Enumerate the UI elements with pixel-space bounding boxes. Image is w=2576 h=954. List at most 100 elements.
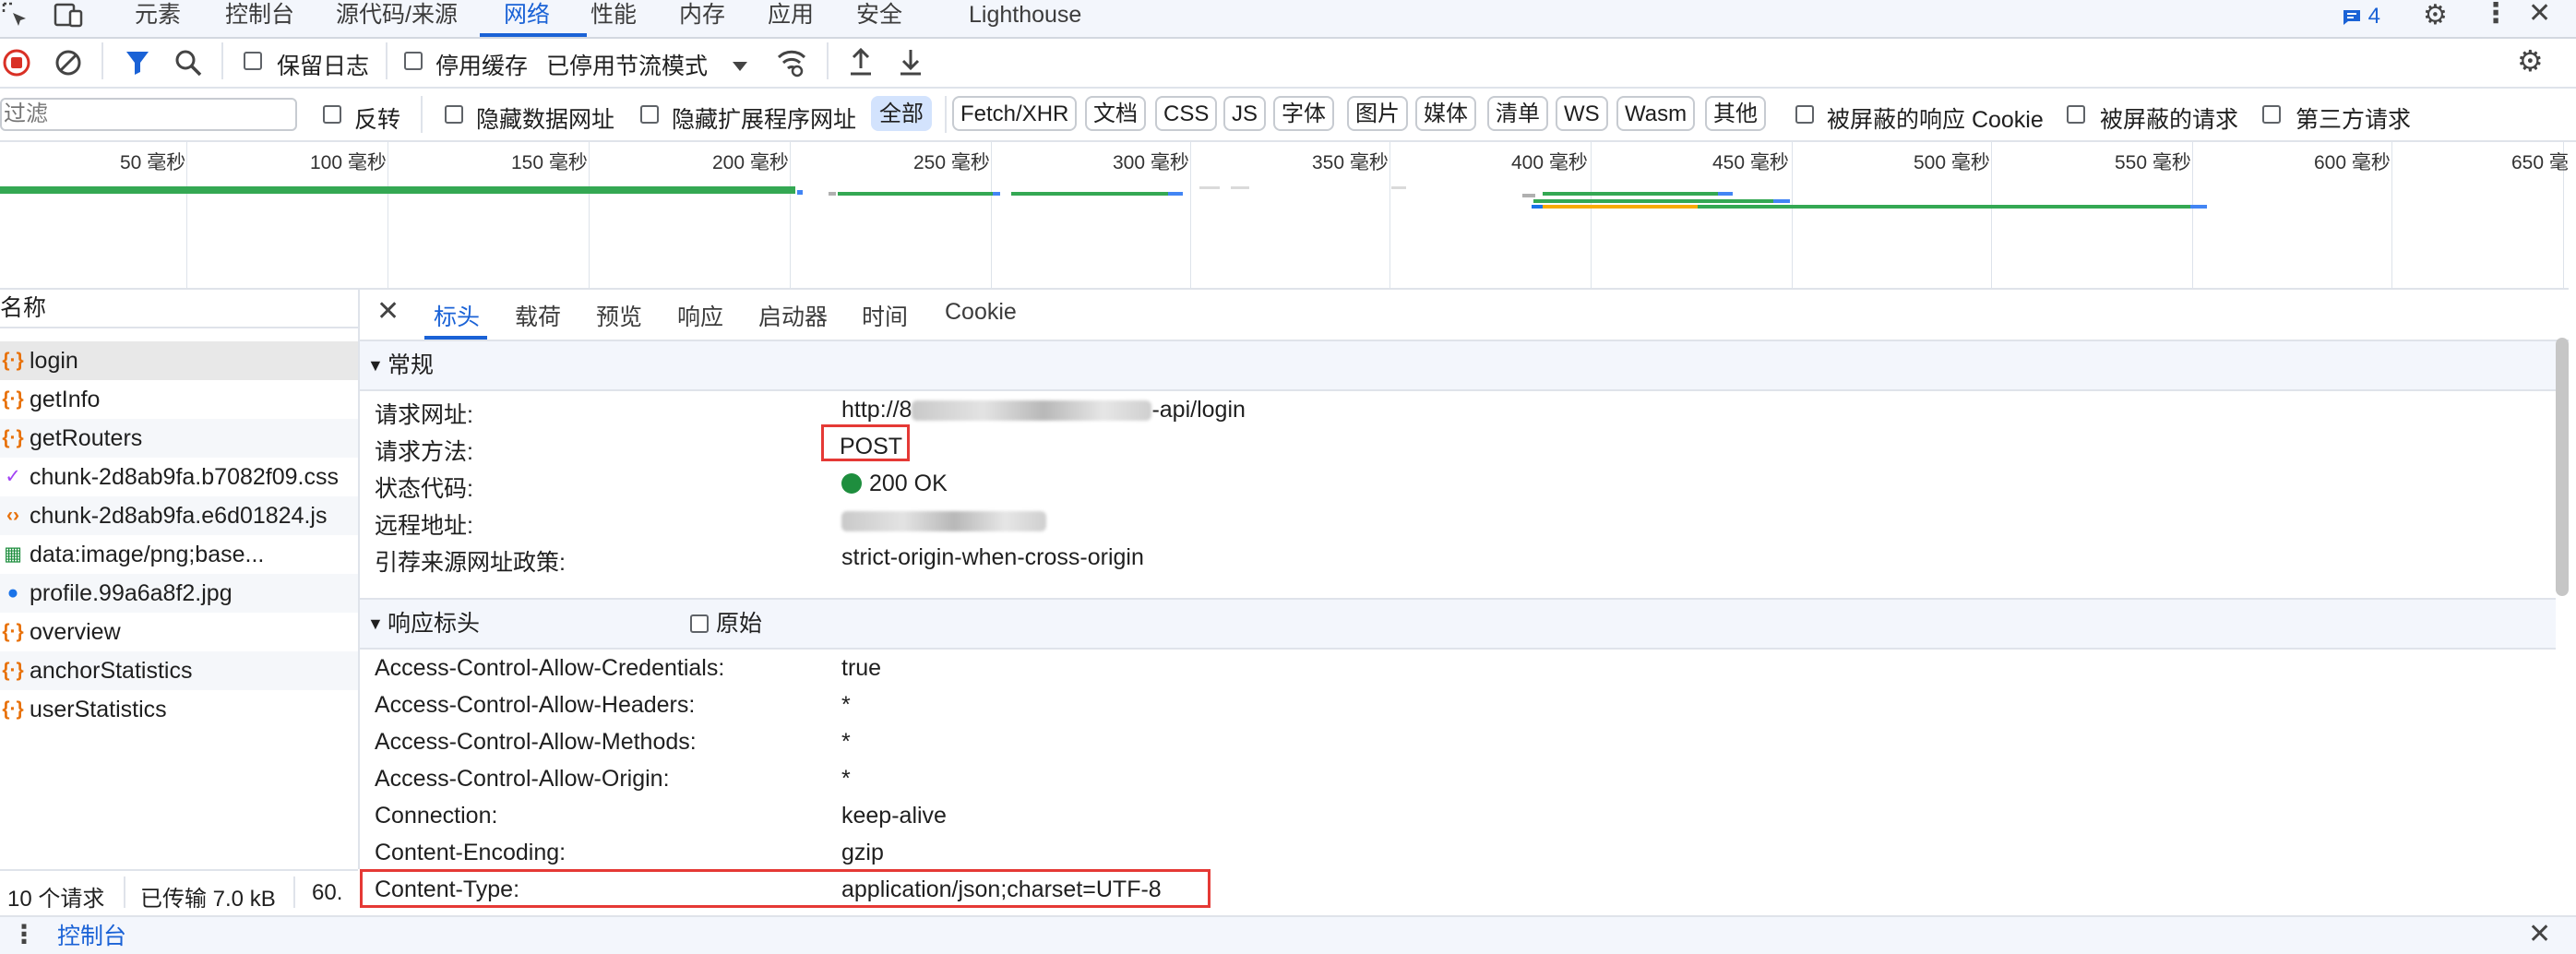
script-icon: ‹› (6, 505, 19, 526)
timeline-bar (1543, 205, 1698, 209)
timeline-gridline (991, 142, 992, 288)
hide-extension-urls-checkbox[interactable] (640, 105, 659, 124)
search-icon[interactable] (173, 48, 203, 78)
chip-all[interactable]: 全部 (871, 96, 932, 131)
timeline-bar (838, 192, 993, 196)
chip-media[interactable]: 媒体 (1415, 96, 1476, 131)
raw-headers-checkbox[interactable] (690, 614, 709, 633)
timeline-bar (1532, 205, 1543, 209)
request-row-getrouters[interactable]: {·} getRouters (0, 419, 358, 458)
network-toolbar: 保留日志 停用缓存 已停用节流模式 ⚙ (0, 39, 2576, 89)
tab-elements[interactable]: 元素 (135, 0, 181, 35)
request-row-profile-jpg[interactable]: ● profile.99a6a8f2.jpg (0, 574, 358, 613)
chip-js[interactable]: JS (1223, 96, 1267, 131)
timeline-tick-label: 200 毫秒 (712, 152, 789, 173)
request-row-anchorstatistics[interactable]: {·} anchorStatistics (0, 651, 358, 690)
chip-css[interactable]: CSS (1155, 96, 1218, 131)
request-name: userStatistics (30, 697, 167, 722)
clear-icon[interactable] (54, 48, 83, 78)
timeline-gridline (589, 142, 590, 288)
filter-icon[interactable] (124, 48, 151, 78)
drawer-menu-icon[interactable]: ⋮ (11, 919, 37, 950)
request-row-getinfo[interactable]: {·} getInfo (0, 380, 358, 419)
request-row-login[interactable]: {·} login (0, 341, 358, 380)
disable-cache-checkbox[interactable] (404, 52, 423, 70)
tab-memory[interactable]: 内存 (679, 0, 725, 35)
tab-cookies[interactable]: Cookie (945, 299, 1017, 326)
tab-initiator[interactable]: 启动器 (758, 299, 828, 332)
drawer-tab-console[interactable]: 控制台 (57, 921, 126, 952)
network-settings-gear-icon[interactable]: ⚙ (2517, 44, 2544, 78)
chip-doc[interactable]: 文档 (1085, 96, 1146, 131)
tab-lighthouse[interactable]: Lighthouse (969, 0, 1081, 35)
tab-performance[interactable]: 性能 (590, 0, 637, 35)
invert-checkbox[interactable] (323, 105, 341, 124)
blocked-requests-checkbox[interactable] (2067, 105, 2085, 124)
chip-other[interactable]: 其他 (1705, 96, 1766, 131)
record-stop-icon[interactable] (2, 48, 31, 78)
more-options-icon[interactable]: ⋮ (2482, 0, 2510, 28)
timeline-tick-label: 100 毫秒 (310, 152, 387, 173)
issues-counter[interactable]: 4 (2342, 2, 2380, 31)
chip-wasm[interactable]: Wasm (1616, 96, 1696, 131)
timeline-bar (1543, 192, 1718, 196)
timeline-bar (829, 192, 836, 196)
hide-data-urls-checkbox[interactable] (445, 105, 463, 124)
chip-fetch-xhr[interactable]: Fetch/XHR (952, 96, 1078, 131)
request-url-suffix: -api/login (1151, 397, 1246, 423)
chip-font[interactable]: 字体 (1273, 96, 1334, 131)
request-row-overview[interactable]: {·} overview (0, 613, 358, 651)
chip-manifest[interactable]: 清单 (1487, 96, 1548, 131)
general-section-header[interactable]: ▼ 常规 (360, 340, 2556, 391)
request-name: profile.99a6a8f2.jpg (30, 580, 233, 606)
tab-sources[interactable]: 源代码/来源 (336, 0, 458, 35)
detail-scrollbar[interactable] (2556, 338, 2569, 596)
close-drawer-icon[interactable]: ✕ (2528, 919, 2551, 950)
collapse-triangle-icon: ▼ (367, 356, 384, 375)
close-detail-icon[interactable]: ✕ (376, 295, 400, 328)
tab-console[interactable]: 控制台 (225, 0, 294, 35)
throttling-select[interactable]: 已停用节流模式 (546, 48, 708, 81)
request-name: chunk-2d8ab9fa.e6d01824.js (30, 503, 328, 529)
header-value: * (841, 692, 851, 718)
tab-headers[interactable]: 标头 (434, 299, 480, 332)
response-headers-section-header[interactable]: ▼ 响应标头 原始 (360, 598, 2556, 650)
chip-ws[interactable]: WS (1556, 96, 1608, 131)
close-devtools-icon[interactable]: ✕ (2528, 0, 2551, 28)
tab-security[interactable]: 安全 (856, 0, 902, 35)
timeline-tick-label: 650 毫 (2511, 152, 2569, 173)
tab-application[interactable]: 应用 (768, 0, 814, 35)
export-har-icon[interactable] (897, 46, 924, 78)
network-conditions-icon[interactable] (775, 46, 808, 78)
third-party-checkbox[interactable] (2262, 105, 2281, 124)
dropdown-arrow-icon[interactable] (731, 54, 749, 71)
request-row-data-image[interactable]: ▦ data:image/png;base... (0, 535, 358, 574)
tab-payload[interactable]: 载荷 (515, 299, 561, 332)
inspect-element-icon[interactable] (2, 2, 30, 30)
header-key: Access-Control-Allow-Origin: (375, 766, 670, 792)
fetch-icon: {·} (2, 660, 24, 681)
tab-network[interactable]: 网络 (504, 0, 550, 35)
tab-response[interactable]: 响应 (677, 299, 723, 332)
header-value: gzip (841, 840, 884, 865)
tab-preview[interactable]: 预览 (596, 299, 642, 332)
request-row-userstatistics[interactable]: {·} userStatistics (0, 690, 358, 729)
preserve-log-checkbox[interactable] (244, 52, 262, 70)
invert-label: 反转 (354, 107, 401, 133)
name-column-header[interactable]: 名称 (0, 290, 358, 328)
timeline-bar (1168, 192, 1183, 196)
request-row-js[interactable]: ‹› chunk-2d8ab9fa.e6d01824.js (0, 496, 358, 535)
settings-gear-icon[interactable]: ⚙ (2423, 2, 2448, 30)
request-count: 10 个请求 (7, 887, 105, 912)
device-toolbar-icon[interactable] (54, 2, 85, 30)
import-har-icon[interactable] (847, 46, 875, 78)
status-code-key: 状态代码: (375, 476, 473, 502)
fetch-icon: {·} (2, 350, 24, 371)
network-overview-timeline[interactable]: 50 毫秒 100 毫秒 150 毫秒 200 毫秒 250 毫秒 300 毫秒… (0, 142, 2569, 290)
filter-input[interactable] (0, 98, 297, 131)
request-row-css[interactable]: ✓ chunk-2d8ab9fa.b7082f09.css (0, 458, 358, 496)
blocked-cookies-checkbox[interactable] (1795, 105, 1814, 124)
chip-img[interactable]: 图片 (1347, 96, 1408, 131)
tab-timing[interactable]: 时间 (862, 299, 908, 332)
timeline-bar (993, 192, 1000, 196)
